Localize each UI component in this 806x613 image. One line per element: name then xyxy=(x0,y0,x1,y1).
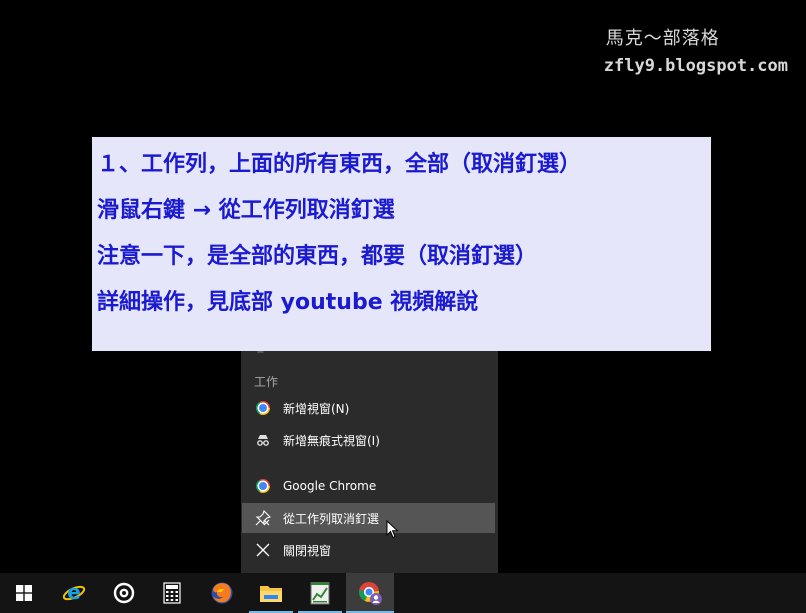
taskbar-groove-music[interactable] xyxy=(100,573,148,613)
jump-item-close-window[interactable]: 關閉視窗 xyxy=(242,535,495,565)
start-button[interactable] xyxy=(0,573,48,613)
groove-music-icon xyxy=(113,582,135,604)
taskbar-file-explorer[interactable] xyxy=(247,573,295,613)
note-line-1: １、工作列，上面的所有東西，全部（取消釘選） xyxy=(97,152,582,177)
unpin-icon xyxy=(255,510,271,526)
taskbar: e xyxy=(0,573,806,613)
jump-item-label: Google Chrome xyxy=(283,479,377,493)
watermark: 馬克～部落格 zfly9.blogspot.com xyxy=(604,24,788,76)
mouse-cursor-icon xyxy=(386,520,399,539)
taskbar-chrome[interactable] xyxy=(346,573,394,613)
note-line-3: 注意一下，是全部的東西，都要（取消釘選） xyxy=(97,244,538,269)
jump-item-label: 關閉視窗 xyxy=(283,543,332,558)
taskbar-firefox[interactable] xyxy=(198,573,246,613)
instruction-note: １、工作列，上面的所有東西，全部（取消釘選） 滑鼠右鍵 → 從工作列取消釘選 注… xyxy=(92,137,711,351)
notepad-chart-icon xyxy=(310,582,330,605)
chrome-icon xyxy=(255,400,271,416)
watermark-title: 馬克～部落格 xyxy=(605,28,720,49)
internet-explorer-icon: e xyxy=(62,581,86,604)
jump-list-section-title: 工作 xyxy=(254,375,279,389)
incognito-icon xyxy=(255,432,271,448)
chrome-icon xyxy=(255,478,271,494)
chrome-jump-list: ⟂ 工作 新增視窗(N) 新增無痕式視窗(I) Google Chrome xyxy=(241,340,498,573)
taskbar-notepad[interactable] xyxy=(296,573,344,613)
note-line-2: 滑鼠右鍵 → 從工作列取消釘選 xyxy=(97,198,395,223)
jump-item-label: 從工作列取消釘選 xyxy=(283,511,380,526)
firefox-icon xyxy=(211,582,233,604)
folder-icon xyxy=(260,586,282,602)
calculator-icon xyxy=(163,582,181,604)
taskbar-calculator[interactable] xyxy=(148,573,196,613)
taskbar-internet-explorer[interactable]: e xyxy=(50,573,98,613)
jump-item-new-window[interactable]: 新增視窗(N) xyxy=(242,393,495,423)
jump-item-label: 新增無痕式視窗(I) xyxy=(283,433,380,448)
watermark-url: zfly9.blogspot.com xyxy=(603,56,788,76)
close-icon xyxy=(255,542,271,558)
note-line-4: 詳細操作，見底部 youtube 視頻解說 xyxy=(97,290,479,315)
jump-item-new-incognito-window[interactable]: 新增無痕式視窗(I) xyxy=(242,425,495,455)
chrome-icon xyxy=(359,582,382,605)
jump-item-label: 新增視窗(N) xyxy=(283,401,350,416)
windows-icon xyxy=(16,585,32,601)
jump-item-unpin-from-taskbar[interactable]: 從工作列取消釘選 xyxy=(242,503,495,533)
svg-text:e: e xyxy=(67,581,81,604)
jump-item-google-chrome[interactable]: Google Chrome xyxy=(242,471,495,501)
